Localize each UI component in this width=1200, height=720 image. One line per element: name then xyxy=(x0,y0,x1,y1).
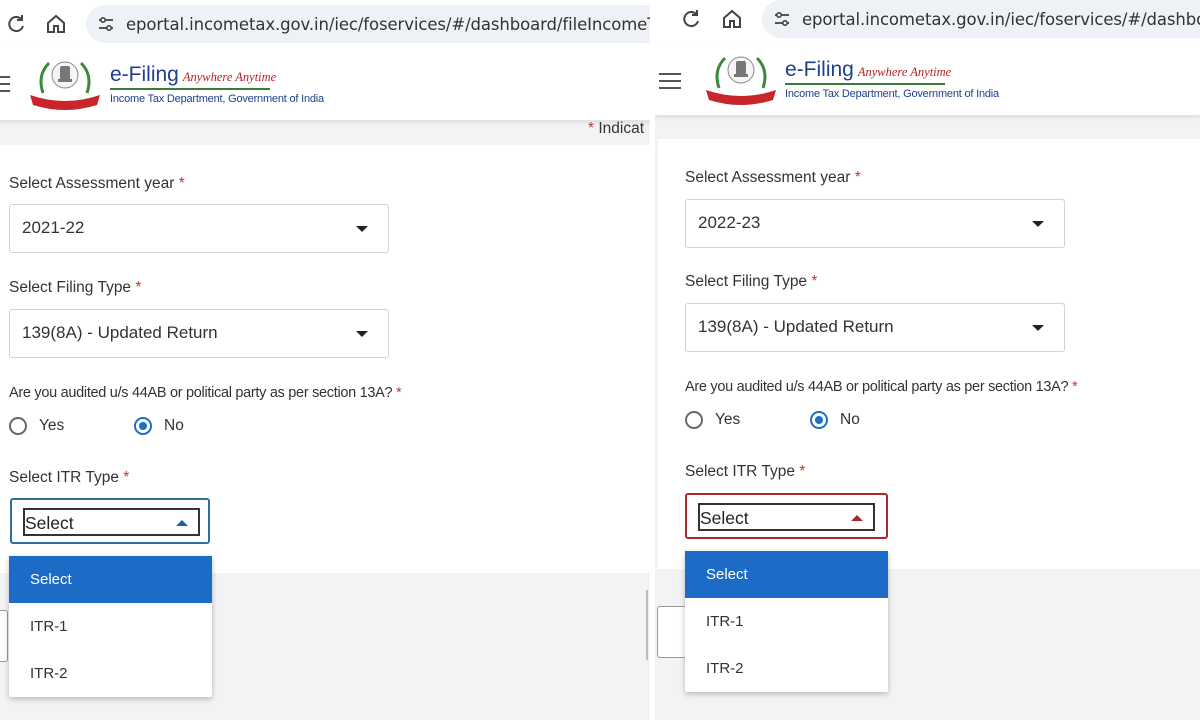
radio-circle[interactable] xyxy=(685,411,703,429)
assessment-year-select[interactable]: 2022-23 xyxy=(685,199,1065,248)
filing-type-label: Select Filing Type * xyxy=(9,279,142,296)
itr-option-itr2[interactable]: ITR-2 xyxy=(9,650,212,697)
chevron-up-icon xyxy=(176,520,188,526)
brand-subtitle: Income Tax Department, Government of Ind… xyxy=(785,88,999,100)
itr-option-select[interactable]: Select xyxy=(9,556,212,603)
chevron-down-icon xyxy=(356,331,368,337)
site-settings-icon[interactable] xyxy=(96,14,116,34)
chevron-down-icon xyxy=(1032,325,1044,331)
radio-circle-selected[interactable] xyxy=(810,411,828,429)
chevron-down-icon xyxy=(356,226,368,232)
itr-form-card: Select Assessment year * 2022-23 Select … xyxy=(658,139,1200,569)
reload-icon[interactable] xyxy=(4,12,28,36)
site-header: e-Filing Anywhere Anytime Income Tax Depa… xyxy=(0,48,650,121)
browser-toolbar: eportal.incometax.gov.in/iec/foservices/… xyxy=(0,0,650,48)
brand-title: e-Filing xyxy=(110,63,179,86)
radio-circle-selected[interactable] xyxy=(134,417,152,435)
radio-yes[interactable]: Yes xyxy=(685,411,740,429)
browser-toolbar: eportal.incometax.gov.in/iec/foservices/… xyxy=(655,0,1200,48)
reload-icon[interactable] xyxy=(679,7,703,31)
chevron-up-icon xyxy=(851,515,863,521)
radio-no[interactable]: No xyxy=(134,417,184,435)
itr-type-dropdown: Select ITR-1 ITR-2 xyxy=(685,551,888,692)
brand-subtitle: Income Tax Department, Government of Ind… xyxy=(110,93,324,105)
url-text[interactable]: eportal.incometax.gov.in/iec/foservices/… xyxy=(126,15,650,34)
home-icon[interactable] xyxy=(720,7,744,31)
address-bar[interactable]: eportal.incometax.gov.in/iec/foservices/… xyxy=(86,5,650,43)
itr-option-itr2[interactable]: ITR-2 xyxy=(685,645,888,692)
chevron-down-icon xyxy=(1032,221,1044,227)
itr-type-select[interactable]: Select xyxy=(10,498,210,544)
brand-underline xyxy=(785,83,945,85)
right-screenshot-panel: eportal.incometax.gov.in/iec/foservices/… xyxy=(655,0,1200,720)
itr-option-itr1[interactable]: ITR-1 xyxy=(9,603,212,650)
itr-type-value: Select xyxy=(25,513,74,533)
scrollbar-thumb[interactable] xyxy=(646,590,648,660)
brand-block: e-Filing Anywhere Anytime Income Tax Depa… xyxy=(110,63,324,105)
itr-option-select[interactable]: Select xyxy=(685,551,888,598)
audited-question-label: Are you audited u/s 44AB or political pa… xyxy=(9,385,402,401)
itr-form-card: Select Assessment year * 2021-22 Select … xyxy=(0,145,650,573)
brand-tagline: Anywhere Anytime xyxy=(857,65,952,79)
brand-tagline: Anywhere Anytime xyxy=(182,70,277,84)
radio-circle[interactable] xyxy=(9,417,27,435)
audited-question-label: Are you audited u/s 44AB or political pa… xyxy=(685,379,1078,395)
filing-type-select[interactable]: 139(8A) - Updated Return xyxy=(9,309,389,358)
address-bar[interactable]: eportal.incometax.gov.in/iec/foservices/… xyxy=(762,0,1200,38)
itr-type-label: Select ITR Type * xyxy=(9,469,130,486)
assessment-year-label: Select Assessment year * xyxy=(685,169,861,186)
income-tax-emblem-logo xyxy=(706,56,776,105)
brand-underline xyxy=(110,88,270,90)
itr-type-inner[interactable]: Select xyxy=(23,508,200,536)
site-settings-icon[interactable] xyxy=(772,9,792,29)
site-header: e-Filing Anywhere Anytime Income Tax Depa… xyxy=(655,43,1200,116)
filing-type-label: Select Filing Type * xyxy=(685,273,818,290)
assessment-year-label: Select Assessment year * xyxy=(9,175,185,192)
radio-no[interactable]: No xyxy=(810,411,860,429)
home-icon[interactable] xyxy=(44,12,68,36)
income-tax-emblem-logo xyxy=(30,61,100,110)
itr-type-inner[interactable]: Select xyxy=(698,503,875,531)
filing-type-select[interactable]: 139(8A) - Updated Return xyxy=(685,303,1065,352)
left-screenshot-panel: eportal.incometax.gov.in/iec/foservices/… xyxy=(0,0,650,720)
partial-button[interactable] xyxy=(0,610,8,662)
assessment-year-value: 2021-22 xyxy=(22,218,85,237)
filing-type-value: 139(8A) - Updated Return xyxy=(698,317,894,336)
itr-option-itr1[interactable]: ITR-1 xyxy=(685,598,888,645)
itr-type-dropdown: Select ITR-1 ITR-2 xyxy=(9,556,212,697)
radio-yes[interactable]: Yes xyxy=(9,417,64,435)
required-indicator-note: * Indicat xyxy=(588,120,645,137)
itr-type-value: Select xyxy=(700,508,749,528)
itr-type-select[interactable]: Select xyxy=(685,493,888,539)
brand-block: e-Filing Anywhere Anytime Income Tax Depa… xyxy=(785,58,999,100)
hamburger-menu-icon[interactable] xyxy=(659,73,681,91)
itr-type-label: Select ITR Type * xyxy=(685,463,806,480)
url-text[interactable]: eportal.incometax.gov.in/iec/foservices/… xyxy=(802,10,1200,29)
assessment-year-value: 2022-23 xyxy=(698,213,761,232)
hamburger-menu-icon[interactable] xyxy=(0,76,10,94)
brand-title: e-Filing xyxy=(785,58,854,81)
assessment-year-select[interactable]: 2021-22 xyxy=(9,204,389,253)
filing-type-value: 139(8A) - Updated Return xyxy=(22,323,218,342)
